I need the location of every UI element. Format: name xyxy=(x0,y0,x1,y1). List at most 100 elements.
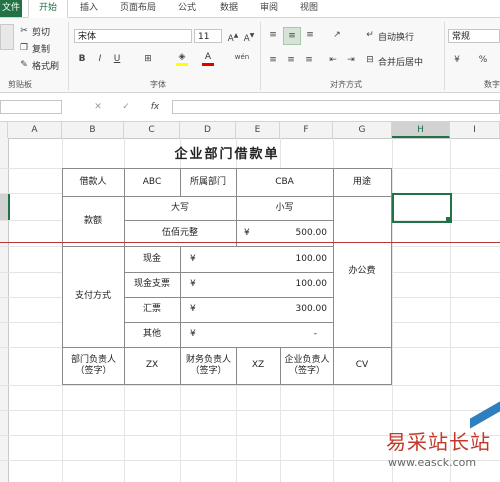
font-group-label: 字体 xyxy=(150,80,166,89)
wrap-text-button[interactable]: 自动换行 xyxy=(378,30,414,43)
uppercase-label: 大写 xyxy=(170,202,189,213)
lowercase-label: 小写 xyxy=(275,202,294,213)
payment-currency: ¥ xyxy=(190,254,196,264)
border-icon[interactable]: ⊞ xyxy=(142,53,154,65)
copy-button[interactable]: 复制 xyxy=(32,42,50,55)
scissors-icon: ✂ xyxy=(20,26,28,36)
payment-method: 汇票 xyxy=(142,304,161,315)
percent-icon[interactable]: % xyxy=(476,54,490,66)
gridline xyxy=(0,385,500,386)
font-name-select[interactable]: 宋体 xyxy=(74,29,192,43)
orientation-icon[interactable]: ↗ xyxy=(330,29,344,41)
fill-color-icon[interactable]: ◈ xyxy=(176,51,188,66)
increase-font-icon[interactable]: A▲ xyxy=(226,30,240,45)
tab-insert[interactable]: 插入 xyxy=(72,0,106,17)
ribbon: ✂ 剪切 ❐ 复制 ✎ 格式刷 剪贴板 宋体 11 A▲ A▼ B I U ⊞ … xyxy=(0,18,500,93)
merge-center-button[interactable]: 合并后居中 xyxy=(378,55,423,68)
tab-formulas[interactable]: 公式 xyxy=(170,0,204,17)
payment-currency: ¥ xyxy=(190,279,196,289)
increase-indent-icon[interactable]: ⇥ xyxy=(344,54,358,66)
merge-icon: ⊟ xyxy=(366,55,374,65)
formula-bar: ✕ ✓ fx xyxy=(0,93,500,122)
column-headers: A B C D E F G H I xyxy=(0,122,500,139)
insert-function-icon[interactable]: fx xyxy=(148,101,162,113)
page-break-line xyxy=(0,242,500,243)
decrease-indent-icon[interactable]: ⇤ xyxy=(326,54,340,66)
bold-button[interactable]: B xyxy=(76,53,88,65)
column-header-f[interactable]: F xyxy=(280,122,333,138)
payment-amount[interactable]: 300.00 xyxy=(280,304,328,314)
column-header-e[interactable]: E xyxy=(236,122,280,138)
watermark-title: 易采站长站 xyxy=(386,430,491,454)
tab-home[interactable]: 开始 xyxy=(28,0,68,18)
tab-data[interactable]: 数据 xyxy=(212,0,246,17)
selected-cell[interactable] xyxy=(392,193,452,223)
department-label: 所属部门 xyxy=(189,176,226,187)
align-right-icon[interactable]: ≡ xyxy=(302,54,316,66)
column-header-b[interactable]: B xyxy=(62,122,124,138)
alignment-group-label: 对齐方式 xyxy=(330,80,362,89)
gridline xyxy=(0,410,500,411)
select-all-corner[interactable] xyxy=(0,122,8,138)
formula-input[interactable] xyxy=(172,100,500,114)
phonetic-icon[interactable]: wén xyxy=(234,51,250,63)
align-middle-icon[interactable]: ≡ xyxy=(283,27,301,45)
lowercase-amount[interactable]: 500.00 xyxy=(280,228,328,238)
row-headers xyxy=(0,138,9,482)
paste-icon[interactable] xyxy=(0,24,14,50)
column-header-i[interactable]: I xyxy=(450,122,500,138)
department-value[interactable]: CBA xyxy=(236,169,333,196)
purpose-value[interactable]: 办公费 xyxy=(333,197,391,347)
finance-head-signature-label: 财务负责人（签字） xyxy=(185,354,231,376)
italic-button[interactable]: I xyxy=(94,53,106,65)
dept-head-signature[interactable]: ZX xyxy=(124,348,180,384)
format-painter-icon: ✎ xyxy=(20,60,28,70)
payment-method-label: 支付方式 xyxy=(74,291,111,302)
align-bottom-icon[interactable]: ≡ xyxy=(303,29,317,41)
tab-view[interactable]: 视图 xyxy=(292,0,326,17)
lowercase-currency: ¥ xyxy=(244,228,250,238)
clipboard-group-label: 剪贴板 xyxy=(8,80,32,89)
company-head-signature[interactable]: CV xyxy=(333,348,391,384)
tab-review[interactable]: 审阅 xyxy=(252,0,286,17)
align-left-icon[interactable]: ≡ xyxy=(266,54,280,66)
divider xyxy=(444,22,445,90)
cancel-icon[interactable]: ✕ xyxy=(92,101,104,113)
payment-amount[interactable]: 100.00 xyxy=(280,254,328,264)
currency-icon[interactable]: ¥ xyxy=(450,54,464,66)
watermark-logo xyxy=(470,401,500,429)
cut-button[interactable]: 剪切 xyxy=(32,25,50,38)
payment-method: 现金支票 xyxy=(133,279,170,290)
borrower-label: 借款人 xyxy=(79,176,107,187)
payment-amount[interactable]: 100.00 xyxy=(280,279,328,289)
tab-page-layout[interactable]: 页面布局 xyxy=(112,0,164,17)
payment-amount[interactable]: - xyxy=(280,329,317,339)
column-header-h[interactable]: H xyxy=(392,122,450,138)
align-top-icon[interactable]: ≡ xyxy=(266,29,280,41)
fill-handle[interactable] xyxy=(446,217,450,221)
font-color-icon[interactable]: A xyxy=(202,51,214,66)
copy-icon: ❐ xyxy=(19,43,29,53)
align-center-icon[interactable]: ≡ xyxy=(284,54,298,66)
wrap-text-icon: ↵ xyxy=(366,30,374,40)
selected-row-header[interactable] xyxy=(0,193,10,220)
font-size-select[interactable]: 11 xyxy=(194,29,222,43)
ribbon-tab-bar: 文件 开始 插入 页面布局 公式 数据 审阅 视图 xyxy=(0,0,500,18)
column-header-g[interactable]: G xyxy=(333,122,392,138)
tab-file[interactable]: 文件 xyxy=(0,0,22,17)
decrease-font-icon[interactable]: A▼ xyxy=(242,30,256,45)
watermark-url: www.easck.com xyxy=(388,456,477,469)
borrower-value[interactable]: ABC xyxy=(124,169,180,196)
format-painter-button[interactable]: 格式刷 xyxy=(32,59,59,72)
finance-head-signature[interactable]: XZ xyxy=(236,348,280,384)
column-header-a[interactable]: A xyxy=(8,122,62,138)
enter-icon[interactable]: ✓ xyxy=(120,101,132,113)
number-format-select[interactable]: 常规 xyxy=(448,29,500,43)
company-head-signature-label: 企业负责人（签字） xyxy=(284,354,330,376)
name-box[interactable] xyxy=(0,100,62,114)
column-header-d[interactable]: D xyxy=(180,122,236,138)
payment-method: 其他 xyxy=(142,329,161,340)
column-header-c[interactable]: C xyxy=(124,122,180,138)
payment-currency: ¥ xyxy=(190,304,196,314)
underline-button[interactable]: U xyxy=(111,53,123,65)
